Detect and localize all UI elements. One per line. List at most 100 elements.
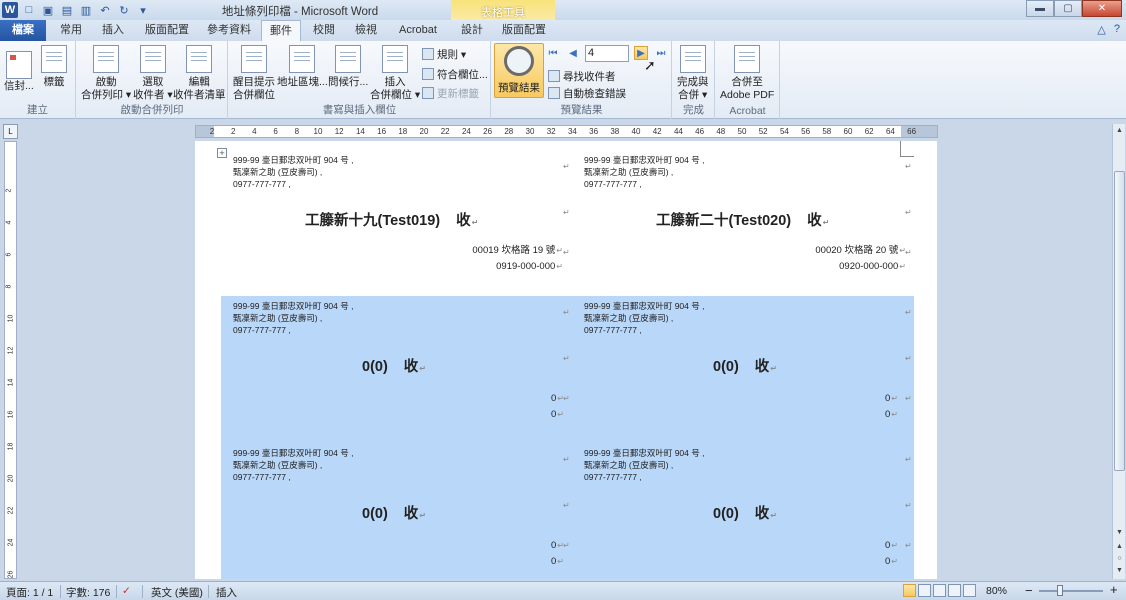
tab-references[interactable]: 參考資料 (203, 20, 255, 41)
tab-insert[interactable]: 插入 (96, 20, 130, 41)
help-icon[interactable]: ? (1114, 23, 1120, 36)
paragraph-mark: ↵ (770, 364, 777, 373)
match-fields-label: 符合欄位... (437, 68, 488, 81)
proofing-icon[interactable]: ✓ (122, 585, 131, 597)
recipient-phone: 0919-000-000 (496, 261, 556, 272)
paragraph-mark: ↵ (471, 218, 479, 227)
document-area[interactable]: + 999-99 臺日郵忠双叶町 904 号 , 甄凜新之助 (豆皮壽司) , 09… (20, 141, 1110, 579)
status-page[interactable]: 頁面: 1 / 1 (6, 585, 53, 600)
group-write-insert-label: 書寫與插入欄位 (322, 104, 397, 116)
finish-line2: 合併 ▾ (678, 89, 708, 101)
ruler-tick-label: 40 (631, 127, 641, 136)
status-separator (116, 585, 117, 598)
tab-table-layout[interactable]: 版面配置 (497, 20, 551, 41)
status-words[interactable]: 字數: 176 (66, 585, 110, 600)
vertical-scrollbar[interactable]: ▲ ▼ ▲ ○ ▼ (1112, 124, 1125, 579)
cell-end-mark: ↵ (905, 354, 912, 363)
label-cell[interactable]: 999-99 臺日郵忠双叶町 904 号 , 甄凜新之助 (豆皮壽司) , 0977… (572, 150, 922, 297)
web-layout-view-icon[interactable] (933, 584, 946, 597)
greeting-line-button[interactable]: 問候行... (328, 45, 368, 89)
tab-table-design[interactable]: 設計 (456, 20, 488, 41)
zoom-slider-knob[interactable] (1057, 585, 1063, 596)
address-block-button[interactable]: 地址區塊... (277, 45, 328, 89)
next-page-icon[interactable]: ▼ (1113, 564, 1126, 577)
vertical-ruler[interactable]: 2 4 6 8 10 12 14 16 18 20 22 24 26 (4, 141, 17, 579)
outline-view-icon[interactable] (948, 584, 961, 597)
start-merge-line1: 啟動 (95, 76, 117, 88)
vruler-tick-label: 22 (7, 506, 15, 515)
previous-record-icon[interactable]: ◀ (566, 46, 580, 60)
scroll-down-arrow[interactable]: ▼ (1113, 526, 1126, 539)
maximize-button[interactable]: ▢ (1054, 0, 1082, 17)
tab-mailings[interactable]: 郵件 (261, 20, 301, 42)
draft-view-icon[interactable] (963, 584, 976, 597)
tab-file[interactable]: 檔案 (0, 20, 46, 41)
label-cell[interactable]: 999-99 臺日郵忠双叶町 904 号 , 甄凜新之助 (豆皮壽司) , 0977… (221, 150, 571, 297)
insert-merge-field-button[interactable]: 插入 合併欄位 ▾ (370, 45, 420, 102)
finish-merge-button[interactable]: 完成與 合併 ▾ (677, 45, 709, 102)
zoom-level[interactable]: 80% (986, 585, 1007, 597)
group-start-merge: 啟動 合併列印 ▾ 選取 收件者 ▾ 編輯 收件者清單 啟動合併列印 (77, 41, 228, 119)
record-number-input[interactable]: 4 (585, 45, 629, 62)
paragraph-mark: ↵ (556, 246, 563, 255)
status-insert-mode[interactable]: 插入 (216, 585, 237, 600)
first-record-icon[interactable]: ⏮ (546, 46, 560, 60)
minimize-ribbon-icon[interactable]: △ (1097, 23, 1105, 36)
ruler-tick-label: 50 (737, 127, 747, 136)
mouse-cursor-icon: ➚ (644, 57, 656, 73)
sender-line2: 甄凜新之助 (豆皮壽司) , (233, 460, 323, 470)
preview-results-label: 預覽結果 (498, 82, 540, 94)
tab-view[interactable]: 檢視 (349, 20, 383, 41)
cell-end-mark: ↵ (563, 394, 570, 403)
ribbon: 信封... 標籤 建立 啟動 合併列印 ▾ 選取 收件者 ▾ 編輯 收件者清單 … (0, 41, 1126, 119)
labels-button[interactable]: 標籤 (41, 45, 67, 89)
cell-end-mark: ↵ (905, 308, 912, 317)
zoom-slider[interactable] (1039, 590, 1103, 592)
status-language[interactable]: 英文 (美國) (151, 585, 203, 600)
auto-check-errors-button[interactable]: 自動檢查錯誤 (548, 86, 626, 100)
update-labels-button[interactable]: 更新標籤 (422, 86, 479, 100)
close-button[interactable]: ✕ (1082, 0, 1122, 17)
label-cell[interactable]: 999-99 臺日郵忠双叶町 904 号 , 甄凜新之助 (豆皮壽司) , 0977… (221, 296, 572, 443)
start-mail-merge-button[interactable]: 啟動 合併列印 ▾ (81, 45, 131, 102)
zoom-out-icon[interactable]: − (1025, 583, 1033, 598)
find-recipient-button[interactable]: 尋找收件者 (548, 69, 616, 83)
ruler-tick-label: 8 (294, 127, 300, 136)
scroll-thumb[interactable] (1114, 171, 1125, 471)
full-screen-reading-view-icon[interactable] (918, 584, 931, 597)
recipient-address-block: 0↵ 0↵ (885, 538, 898, 570)
recipient-name-text: 工籐新二十(Test020) (656, 213, 792, 229)
envelopes-button[interactable]: 信封... (4, 45, 34, 93)
tab-page-layout[interactable]: 版面配置 (140, 20, 194, 41)
cell-end-mark: ↵ (905, 162, 912, 171)
last-record-icon[interactable]: ⏭ (654, 46, 668, 60)
tab-home[interactable]: 常用 (55, 20, 87, 41)
recipient-address-block: 0↵ 0↵ (885, 391, 898, 423)
ruler-tick-label: 26 (483, 127, 493, 136)
recipient-suffix: 收 (754, 506, 770, 522)
rules-button[interactable]: 規則 ▾ (422, 47, 466, 61)
recipient-name: 0(0) 收↵ (713, 502, 777, 523)
edit-recipient-list-button[interactable]: 編輯 收件者清單 (173, 45, 226, 102)
zoom-in-icon[interactable]: + (1110, 582, 1118, 597)
find-recipient-icon (548, 70, 560, 82)
recipient-address-block: 00020 坎格路 20 號↵ 0920-000-000↵ (815, 243, 906, 275)
tab-review[interactable]: 校閱 (307, 20, 341, 41)
tab-acrobat[interactable]: Acrobat (392, 20, 444, 41)
select-recipients-button[interactable]: 選取 收件者 ▾ (133, 45, 173, 102)
horizontal-ruler[interactable]: 2 2 4 6 8 10 12 14 16 18 20 22 24 26 28 30 32 34 36 38 40 42 4… (195, 125, 938, 138)
merge-to-pdf-button[interactable]: 合併至 Adobe PDF (720, 45, 774, 102)
print-layout-view-icon[interactable] (903, 584, 916, 597)
cell-end-mark: ↵ (563, 162, 570, 171)
label-cell[interactable]: 999-99 臺日郵忠双叶町 904 号 , 甄凜新之助 (豆皮壽司) , 0977… (572, 443, 914, 579)
match-fields-button[interactable]: 符合欄位... (422, 67, 488, 81)
minimize-button[interactable]: ▬ (1026, 0, 1054, 17)
help-area: △ ? (1097, 23, 1120, 36)
scroll-up-arrow[interactable]: ▲ (1113, 124, 1126, 137)
ruler-tick-label: 58 (822, 127, 832, 136)
highlight-fields-button[interactable]: 醒目提示 合併欄位 (233, 45, 275, 102)
preview-results-button[interactable]: 預覽結果 (494, 43, 544, 98)
tab-selector[interactable]: L (3, 124, 18, 139)
label-cell[interactable]: 999-99 臺日郵忠双叶町 904 号 , 甄凜新之助 (豆皮壽司) , 0977… (221, 443, 572, 579)
label-cell[interactable]: 999-99 臺日郵忠双叶町 904 号 , 甄凜新之助 (豆皮壽司) , 0977… (572, 296, 914, 443)
